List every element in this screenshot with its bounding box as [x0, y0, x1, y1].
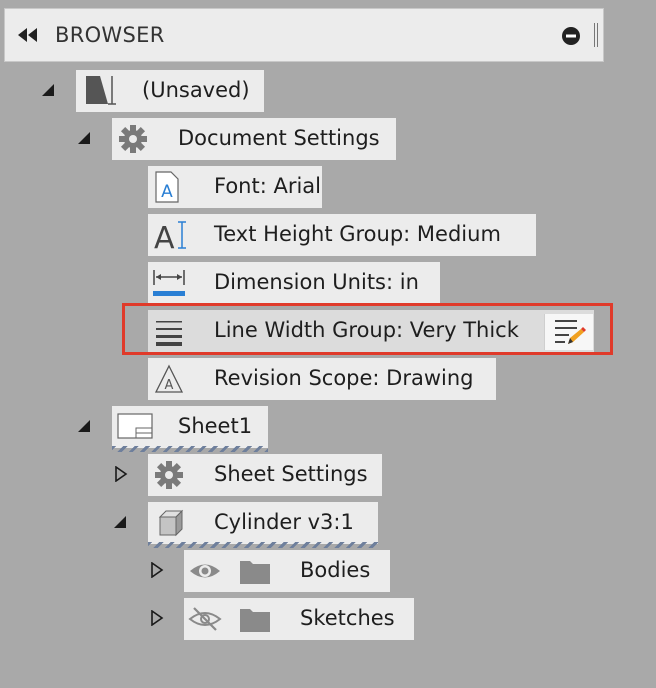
tree-node-document-settings[interactable]: Document Settings [112, 118, 396, 160]
minus-circle-icon[interactable] [561, 26, 581, 46]
browser-title: BROWSER [55, 23, 165, 47]
tree-node-label: Dimension Units: in [214, 270, 419, 294]
sheet-icon [117, 413, 153, 439]
collapse-triangle-icon[interactable] [40, 82, 56, 98]
expand-triangle-icon[interactable] [114, 466, 128, 482]
svg-text:A: A [154, 221, 175, 251]
tree-node-sheet1[interactable]: Sheet1 [112, 406, 268, 452]
eye-slash-icon[interactable] [188, 604, 222, 634]
eye-icon[interactable] [188, 556, 222, 586]
collapse-panel-icon[interactable] [15, 25, 41, 45]
browser-header: BROWSER [4, 8, 604, 62]
edit-pencil-icon [555, 320, 586, 344]
modified-indicator [148, 542, 378, 548]
folder-icon [240, 561, 270, 584]
dimension-ruler-icon [153, 270, 185, 296]
tree-node-font[interactable]: A Font: Arial [148, 166, 322, 208]
tree-node-label: Bodies [300, 558, 371, 582]
svg-text:A: A [161, 182, 173, 202]
tree-node-label: Line Width Group: Very Thick [214, 318, 519, 342]
text-height-icon: A [154, 221, 186, 251]
tree-node-label: Sheet1 [178, 414, 253, 438]
expand-triangle-icon[interactable] [150, 562, 164, 578]
resize-grip[interactable] [593, 23, 599, 47]
tree-node-root[interactable]: (Unsaved) [76, 70, 264, 112]
tree-node-label: Sketches [300, 606, 395, 630]
cube-icon [158, 509, 184, 537]
line-width-icon [156, 321, 182, 346]
tree-node-sketches[interactable]: Sketches [184, 598, 414, 640]
tree-node-text-height[interactable]: A Text Height Group: Medium [148, 214, 536, 256]
tree-node-dimension-units[interactable]: Dimension Units: in [148, 262, 440, 304]
tree-node-cylinder[interactable]: Cylinder v3:1 [148, 502, 378, 548]
revision-triangle-icon: A [154, 364, 184, 393]
tree-node-label: Document Settings [178, 126, 380, 150]
tree-node-line-width[interactable]: Line Width Group: Very Thick [148, 310, 594, 352]
tree-node-label: Sheet Settings [214, 462, 368, 486]
folder-icon [240, 609, 270, 632]
font-a-icon: A [155, 171, 179, 203]
collapse-triangle-icon[interactable] [76, 418, 92, 434]
tree-node-label: Revision Scope: Drawing [214, 366, 474, 390]
edit-button[interactable] [544, 314, 593, 350]
gear-icon [119, 125, 147, 153]
tree-node-label: Font: Arial [214, 174, 322, 198]
tree-node-revision-scope[interactable]: A Revision Scope: Drawing [148, 358, 496, 400]
tree-node-label: (Unsaved) [142, 78, 250, 102]
tree-node-label: Text Height Group: Medium [214, 222, 501, 246]
tree-node-label: Cylinder v3:1 [214, 510, 354, 534]
tree-node-bodies[interactable]: Bodies [184, 550, 390, 592]
modified-indicator [112, 446, 268, 452]
tree-node-sheet-settings[interactable]: Sheet Settings [148, 454, 382, 496]
expand-triangle-icon[interactable] [150, 610, 164, 626]
drawing-sheet-icon [86, 76, 116, 105]
collapse-triangle-icon[interactable] [76, 130, 92, 146]
gear-icon [155, 461, 183, 489]
svg-text:A: A [165, 378, 174, 393]
collapse-triangle-icon[interactable] [112, 514, 128, 530]
